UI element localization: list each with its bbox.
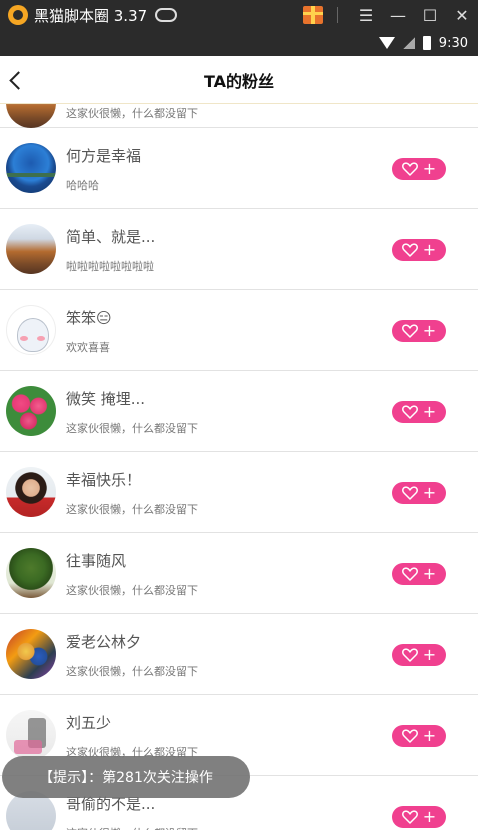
fan-bio: 这家伙很懒，什么都没留下 — [66, 422, 198, 435]
fan-bio: 啦啦啦啦啦啦啦啦 — [66, 260, 154, 273]
fan-name[interactable]: 往事随风 — [66, 550, 126, 571]
android-status-bar: 9:30 — [0, 30, 478, 56]
page-title: TA的粉丝 — [203, 71, 275, 91]
avatar[interactable] — [6, 710, 56, 760]
list-item[interactable]: 简单、就是... 啦啦啦啦啦啦啦啦 + — [0, 209, 478, 290]
plus-icon: + — [422, 402, 437, 421]
list-item[interactable]: 何方是幸福哈哈哈 + — [0, 128, 478, 209]
plus-icon: + — [422, 807, 437, 826]
status-time: 9:30 — [438, 35, 468, 51]
list-item[interactable]: 笨笨😑 欢欢喜喜 + — [0, 290, 478, 371]
heart-outline-icon — [401, 162, 418, 176]
close-icon[interactable]: ✕ — [446, 0, 478, 30]
plus-icon: + — [422, 159, 437, 178]
fan-bio: 哈哈哈 — [66, 179, 99, 192]
fan-bio: 这家伙很懒，什么都没留下 — [66, 107, 198, 120]
fan-bio: 欢欢喜喜 — [66, 341, 110, 354]
heart-outline-icon — [401, 810, 418, 824]
heart-outline-icon — [401, 324, 418, 338]
minimize-icon[interactable]: — — [382, 0, 414, 30]
plus-icon: + — [422, 645, 437, 664]
list-item[interactable]: 往事随风这家伙很懒，什么都没留下 + — [0, 533, 478, 614]
follow-button[interactable]: + — [392, 563, 446, 585]
gamepad-icon[interactable] — [155, 8, 178, 22]
fan-name[interactable]: 刘五少 — [66, 712, 111, 733]
follow-button[interactable]: + — [392, 158, 446, 180]
toolbar-divider — [337, 7, 338, 23]
avatar[interactable] — [6, 224, 56, 274]
avatar[interactable] — [6, 305, 56, 355]
follow-button[interactable]: + — [392, 725, 446, 747]
emulator-title-bar: 黑猫脚本圈 3.37 ☰ — ☐ ✕ — [0, 0, 478, 30]
list-item[interactable]: 微笑 掩埋... 这家伙很懒，什么都没留下 + — [0, 371, 478, 452]
menu-icon[interactable]: ☰ — [350, 0, 382, 30]
fan-name[interactable]: 幸福快乐！ — [66, 469, 141, 490]
follow-button[interactable]: + — [392, 806, 446, 828]
list-item[interactable]: 这家伙很懒，什么都没留下 — [0, 104, 478, 128]
avatar[interactable] — [6, 467, 56, 517]
plus-icon: + — [422, 564, 437, 583]
heart-outline-icon — [401, 486, 418, 500]
follow-button[interactable]: + — [392, 644, 446, 666]
fan-bio: 这家伙很懒，什么都没留下 — [66, 825, 198, 830]
avatar[interactable] — [6, 386, 56, 436]
plus-icon: + — [422, 483, 437, 502]
maximize-icon[interactable]: ☐ — [414, 0, 446, 30]
fan-name[interactable]: 爱老公林夕 — [66, 631, 141, 652]
heart-outline-icon — [401, 243, 418, 257]
list-item[interactable]: 爱老公林夕这家伙很懒，什么都没留下 + — [0, 614, 478, 695]
fan-bio: 这家伙很懒，什么都没留下 — [66, 665, 198, 678]
app-logo-icon — [8, 5, 28, 25]
follow-button[interactable]: + — [392, 239, 446, 261]
toast-message: 【提示】：第281次关注操作 — [2, 756, 250, 798]
plus-icon: + — [422, 321, 437, 340]
avatar[interactable] — [6, 104, 56, 128]
signal-icon — [402, 37, 415, 49]
gift-icon[interactable] — [303, 6, 323, 24]
fans-list[interactable]: 这家伙很懒，什么都没留下 何方是幸福 哈哈哈 + 简单、就是... 啦啦啦啦啦啦啦啦 + 笨… — [0, 104, 478, 830]
chevron-left-icon[interactable] — [4, 66, 32, 94]
emulator-title: 黑猫脚本圈 3.37 — [34, 6, 148, 25]
heart-outline-icon — [401, 729, 418, 743]
page-header: TA的粉丝 — [0, 56, 478, 104]
follow-button[interactable]: + — [392, 482, 446, 504]
list-item[interactable]: 幸福快乐！ 这家伙很懒，什么都没留下 + — [0, 452, 478, 533]
battery-icon — [422, 36, 431, 50]
plus-icon: + — [422, 240, 437, 259]
fan-name[interactable]: 微笑 掩埋... — [66, 388, 145, 409]
fan-bio: 这家伙很懒，什么都没留下 — [66, 584, 198, 597]
avatar[interactable] — [6, 629, 56, 679]
fan-name[interactable]: 笨笨😑 — [66, 307, 112, 328]
plus-icon: + — [422, 726, 437, 745]
follow-button[interactable]: + — [392, 401, 446, 423]
wifi-icon — [378, 37, 395, 49]
follow-button[interactable]: + — [392, 320, 446, 342]
fan-name[interactable]: 简单、就是... — [66, 226, 155, 247]
heart-outline-icon — [401, 648, 418, 662]
avatar[interactable] — [6, 548, 56, 598]
heart-outline-icon — [401, 405, 418, 419]
heart-outline-icon — [401, 567, 418, 581]
fan-name[interactable]: 何方是幸福 — [66, 145, 141, 166]
fan-bio: 这家伙很懒，什么都没留下 — [66, 503, 198, 516]
avatar[interactable] — [6, 143, 56, 193]
